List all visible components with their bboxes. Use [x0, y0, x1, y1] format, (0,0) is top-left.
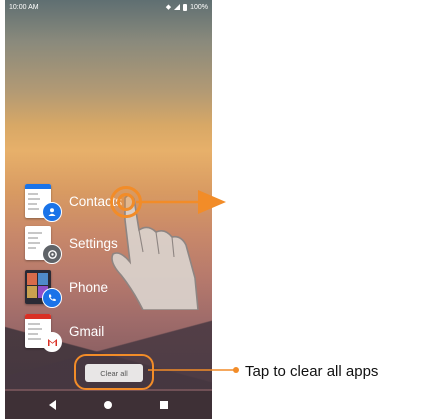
- status-time: 10:00 AM: [9, 3, 39, 11]
- back-icon[interactable]: [49, 400, 56, 410]
- clear-all-button[interactable]: Clear all: [85, 364, 143, 382]
- recent-app-settings[interactable]: Settings: [25, 226, 118, 264]
- home-icon[interactable]: [104, 401, 112, 409]
- status-bar: 10:00 AM ◆ 100%: [5, 0, 212, 14]
- navigation-bar: [5, 391, 212, 419]
- recent-app-phone[interactable]: Phone: [25, 270, 108, 308]
- settings-icon[interactable]: [42, 244, 62, 264]
- phone-icon[interactable]: [42, 288, 62, 308]
- recent-app-contacts[interactable]: Contacts: [25, 184, 122, 222]
- swipe-right-arrow-icon: [136, 190, 226, 214]
- battery-icon: [183, 3, 188, 11]
- recent-app-gmail[interactable]: Gmail: [25, 314, 104, 352]
- battery-level: 100%: [190, 3, 208, 11]
- status-icons: ◆ 100%: [166, 3, 208, 11]
- gmail-icon[interactable]: [42, 332, 62, 352]
- callout-dot: [233, 367, 239, 373]
- contacts-icon[interactable]: [42, 202, 62, 222]
- app-label-gmail[interactable]: Gmail: [69, 324, 104, 339]
- callout-text: Tap to clear all apps: [245, 363, 379, 380]
- recent-apps-icon[interactable]: [160, 401, 168, 409]
- wifi-icon: ◆: [165, 4, 172, 11]
- signal-icon: [174, 4, 181, 10]
- callout-leader-line: [148, 369, 236, 371]
